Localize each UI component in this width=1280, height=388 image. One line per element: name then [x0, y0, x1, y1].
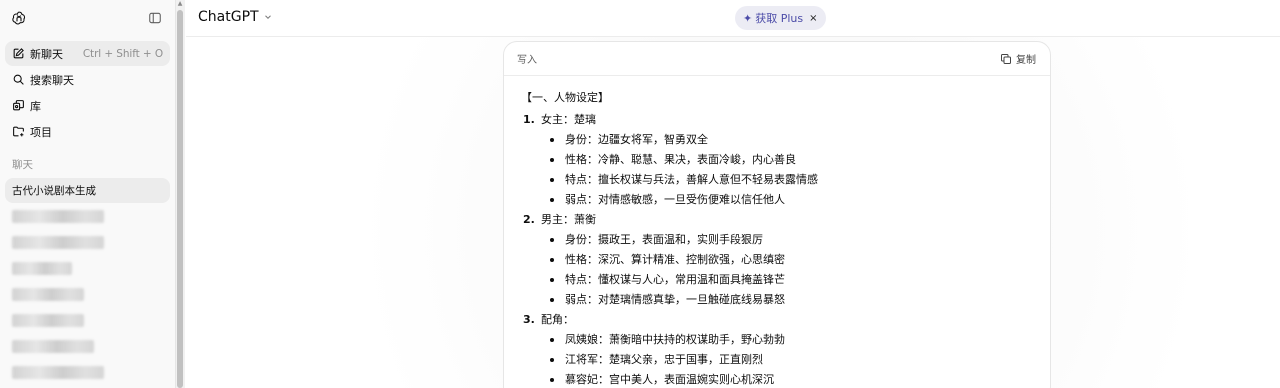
character-title: 配角：: [541, 313, 574, 326]
list-number: 2.: [523, 213, 535, 226]
chat-title: 古代小说剧本生成: [12, 185, 96, 197]
folder-icon: [12, 125, 25, 138]
sidebar-header: [0, 0, 175, 36]
sidebar-item-label: 新聊天: [30, 47, 63, 61]
sidebar-nav: 新聊天 Ctrl + Shift + O 搜索聊天 库 项目: [0, 36, 175, 144]
top-bar: ChatGPT ✦ 获取 Plus ×: [186, 0, 1280, 37]
canvas-document: 写入 复制 【一、人物设定】 1. 女主：楚璃 身份：边疆女将军，智勇双全 性格…: [503, 41, 1051, 388]
redacted-text: [12, 340, 94, 353]
get-plus-button[interactable]: ✦ 获取 Plus ×: [735, 6, 826, 30]
detail-item: 江将军：楚璃父亲，忠于国事，正直刚烈: [547, 350, 1050, 370]
detail-item: 慕容妃：宫中美人，表面温婉实则心机深沉: [547, 370, 1050, 388]
detail-item: 特点：懂权谋与人心，常用温和面具掩盖锋芒: [547, 270, 1050, 290]
detail-item: 弱点：对情感敏感，一旦受伤便难以信任他人: [547, 190, 1050, 210]
chat-history-item-redacted[interactable]: [5, 282, 170, 307]
redacted-text: [12, 314, 84, 327]
search-icon: [12, 73, 25, 86]
chat-history-item-redacted[interactable]: [5, 308, 170, 333]
redacted-text: [12, 262, 72, 275]
get-plus-label: 获取 Plus: [755, 12, 804, 25]
sidebar-item-new-chat[interactable]: 新聊天 Ctrl + Shift + O: [5, 41, 170, 66]
detail-item: 身份：摄政王，表面温和，实则手段狠厉: [547, 230, 1050, 250]
keyboard-shortcut: Ctrl + Shift + O: [82, 47, 163, 60]
list-number: 3.: [523, 313, 535, 326]
sidebar-toggle-icon[interactable]: [148, 11, 162, 25]
copy-label: 复制: [1016, 55, 1036, 66]
model-name: ChatGPT: [198, 9, 259, 25]
close-icon[interactable]: ×: [809, 13, 817, 24]
character-item: 2. 男主：萧衡: [521, 210, 1050, 230]
copy-button[interactable]: 复制: [1000, 51, 1036, 66]
chat-history-item-redacted[interactable]: [5, 230, 170, 255]
redacted-text: [12, 366, 104, 379]
redacted-text: [12, 210, 104, 223]
sidebar: 新聊天 Ctrl + Shift + O 搜索聊天 库 项目 聊天 古代小说剧本…: [0, 0, 175, 388]
chat-history-item-redacted[interactable]: [5, 360, 170, 385]
sidebar-item-library[interactable]: 库: [5, 93, 170, 118]
detail-item: 特点：擅长权谋与兵法，善解人意但不轻易表露情感: [547, 170, 1050, 190]
detail-item: 凤姨娘：萧衡暗中扶持的权谋助手，野心勃勃: [547, 330, 1050, 350]
openai-logo-icon[interactable]: [11, 10, 27, 26]
redacted-text: [12, 236, 104, 249]
main-area: ChatGPT ✦ 获取 Plus × 写入 复制 【一、人物设定】 1. 女主…: [186, 0, 1280, 388]
list-number: 1.: [523, 113, 535, 126]
new-chat-icon: [12, 47, 25, 60]
canvas-title: 写入: [517, 55, 537, 66]
section-heading: 【一、人物设定】: [521, 91, 609, 104]
redacted-text: [12, 288, 84, 301]
sidebar-item-label: 搜索聊天: [30, 73, 74, 87]
character-details: 凤姨娘：萧衡暗中扶持的权谋助手，野心勃勃 江将军：楚璃父亲，忠于国事，正直刚烈 …: [521, 330, 1050, 388]
detail-item: 身份：边疆女将军，智勇双全: [547, 130, 1050, 150]
canvas-content: 【一、人物设定】 1. 女主：楚璃 身份：边疆女将军，智勇双全 性格：冷静、聪慧…: [504, 76, 1050, 388]
canvas-header: 写入 复制: [504, 42, 1050, 76]
sparkle-icon: ✦: [743, 11, 753, 25]
library-icon: [12, 99, 25, 112]
chat-history-item-active[interactable]: 古代小说剧本生成: [5, 178, 170, 203]
copy-icon: [1000, 53, 1012, 65]
chats-section-label: 聊天: [12, 159, 33, 171]
character-title: 女主：楚璃: [541, 113, 596, 126]
detail-item: 性格：冷静、聪慧、果决，表面冷峻，内心善良: [547, 150, 1050, 170]
character-title: 男主：萧衡: [541, 213, 596, 226]
scroll-up-arrow-icon[interactable]: ▲: [177, 1, 183, 7]
sidebar-item-search-chats[interactable]: 搜索聊天: [5, 67, 170, 92]
character-item: 3. 配角：: [521, 310, 1050, 330]
chat-history-item-redacted[interactable]: [5, 256, 170, 281]
model-selector[interactable]: ChatGPT: [198, 9, 273, 25]
sidebar-item-label: 项目: [30, 125, 52, 139]
sidebar-item-label: 库: [30, 99, 41, 113]
detail-item: 弱点：对楚璃情感真挚，一旦触碰底线易暴怒: [547, 290, 1050, 310]
character-item: 1. 女主：楚璃: [521, 110, 1050, 130]
sidebar-scrollbar-thumb[interactable]: [177, 10, 183, 388]
detail-item: 性格：深沉、算计精准、控制欲强，心思缜密: [547, 250, 1050, 270]
chat-history-item-redacted[interactable]: [5, 334, 170, 359]
sidebar-item-projects[interactable]: 项目: [5, 119, 170, 144]
chat-history-item-redacted[interactable]: [5, 204, 170, 229]
character-details: 身份：摄政王，表面温和，实则手段狠厉 性格：深沉、算计精准、控制欲强，心思缜密 …: [521, 230, 1050, 310]
character-details: 身份：边疆女将军，智勇双全 性格：冷静、聪慧、果决，表面冷峻，内心善良 特点：擅…: [521, 130, 1050, 210]
chevron-down-icon: [263, 12, 273, 22]
